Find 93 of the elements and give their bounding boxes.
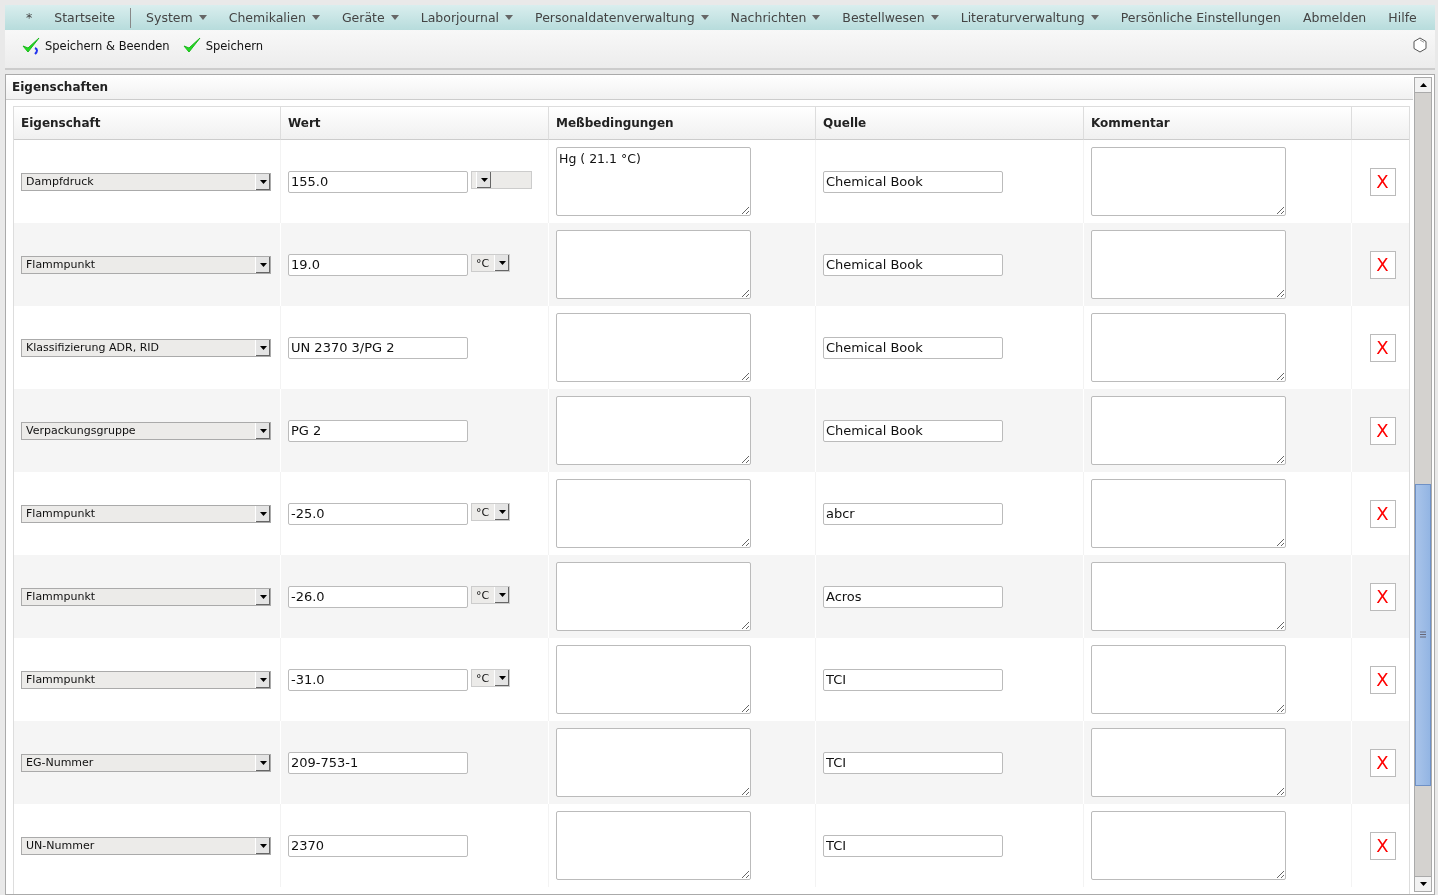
delete-button[interactable]: X — [1369, 499, 1396, 528]
scroll-up-icon[interactable] — [1415, 78, 1431, 93]
nav-menu-item[interactable]: Chemikalien — [217, 10, 331, 25]
caret-icon — [812, 15, 821, 20]
delete-button[interactable]: X — [1369, 167, 1396, 196]
save-close-button[interactable]: Speichern & Beenden — [21, 36, 170, 56]
source-input[interactable]: TCI — [823, 751, 1003, 774]
scroll-down-icon[interactable] — [1415, 876, 1431, 891]
save-button[interactable]: Speichern — [181, 36, 264, 56]
unit-select[interactable]: °C — [471, 669, 510, 687]
nav-menu-item[interactable]: Bestellwesen — [831, 10, 950, 25]
unit-select[interactable]: °C — [471, 586, 510, 604]
delete-button[interactable]: X — [1369, 831, 1396, 860]
value-input[interactable]: 155.0 — [288, 170, 468, 193]
property-select[interactable]: Flammpunkt — [21, 670, 271, 689]
caret-icon — [930, 15, 939, 20]
scrollbar[interactable] — [1414, 77, 1432, 892]
value-input[interactable]: 2370 — [288, 834, 468, 857]
delete-button[interactable]: X — [1369, 582, 1396, 611]
comment-textarea[interactable] — [1091, 479, 1286, 548]
property-select[interactable]: Dampfdruck — [21, 172, 271, 191]
caret-icon — [505, 15, 514, 20]
property-select[interactable]: Klassifizierung ADR, RID — [21, 338, 271, 357]
conditions-textarea[interactable] — [556, 313, 751, 382]
nav-menu-item[interactable]: Startseite — [43, 10, 127, 25]
delete-button[interactable]: X — [1369, 748, 1396, 777]
caret-icon — [700, 15, 709, 20]
property-select[interactable]: Verpackungsgruppe — [21, 421, 271, 440]
delete-button[interactable]: X — [1369, 250, 1396, 279]
conditions-textarea[interactable]: Hg ( 21.1 °C) — [556, 147, 751, 216]
source-input[interactable]: Acros — [823, 585, 1003, 608]
property-select[interactable]: EG-Nummer — [21, 753, 271, 772]
conditions-textarea[interactable] — [556, 645, 751, 714]
nav-menu-item[interactable]: * — [15, 10, 44, 25]
value-input[interactable]: 209-753-1 — [288, 751, 468, 774]
comment-textarea[interactable] — [1091, 313, 1286, 382]
column-header: Kommentar — [1084, 107, 1352, 140]
property-select[interactable]: UN-Nummer — [21, 836, 271, 855]
nav-menu-item[interactable]: Literaturverwaltung — [949, 10, 1110, 25]
comment-textarea[interactable] — [1091, 728, 1286, 797]
nav-menu-item[interactable]: Laborjournal — [409, 10, 525, 25]
source-input[interactable]: Chemical Book — [823, 253, 1003, 276]
source-input[interactable]: abcr — [823, 502, 1003, 525]
conditions-textarea[interactable] — [556, 396, 751, 465]
value-input[interactable]: PG 2 — [288, 419, 468, 442]
value-input[interactable]: -31.0 — [288, 668, 468, 691]
unit-select[interactable] — [471, 171, 532, 189]
property-select[interactable]: Flammpunkt — [21, 504, 271, 523]
source-input[interactable]: TCI — [823, 668, 1003, 691]
nav-menu-item[interactable]: Hilfe — [1377, 10, 1428, 25]
comment-textarea[interactable] — [1091, 396, 1286, 465]
source-input[interactable]: TCI — [823, 834, 1003, 857]
nav-menu-item[interactable]: System — [135, 10, 218, 25]
source-input[interactable]: Chemical Book — [823, 419, 1003, 442]
column-header: Wert — [281, 107, 549, 140]
column-header: Quelle — [816, 107, 1084, 140]
delete-button[interactable]: X — [1369, 416, 1396, 445]
unit-select[interactable]: °C — [471, 503, 510, 521]
comment-textarea[interactable] — [1091, 230, 1286, 299]
value-input[interactable]: UN 2370 3/PG 2 — [288, 336, 468, 359]
conditions-textarea[interactable] — [556, 562, 751, 631]
comment-textarea[interactable] — [1091, 811, 1286, 880]
comment-textarea[interactable] — [1091, 147, 1286, 216]
nav-menu-item[interactable]: Nachrichten — [719, 10, 832, 25]
nav-menu-item[interactable]: Abmelden — [1291, 10, 1378, 25]
source-input[interactable]: Chemical Book — [823, 336, 1003, 359]
comment-textarea[interactable] — [1091, 645, 1286, 714]
value-input[interactable]: -26.0 — [288, 585, 468, 608]
hexagon-icon[interactable] — [1413, 37, 1427, 53]
nav-menu-item[interactable]: Geräte — [330, 10, 410, 25]
value-input[interactable]: -25.0 — [288, 502, 468, 525]
conditions-textarea[interactable] — [556, 479, 751, 548]
delete-button[interactable]: X — [1369, 333, 1396, 362]
property-select[interactable]: Flammpunkt — [21, 587, 271, 606]
property-select[interactable]: Flammpunkt — [21, 255, 271, 274]
column-header: Meßbedingungen — [549, 107, 816, 140]
nav-menu-item[interactable]: Persönliche Einstellungen — [1109, 10, 1292, 25]
check-loop-icon — [21, 36, 41, 56]
unit-select[interactable]: °C — [471, 254, 510, 272]
comment-textarea[interactable] — [1091, 562, 1286, 631]
value-input[interactable]: 19.0 — [288, 253, 468, 276]
source-input[interactable]: Chemical Book — [823, 170, 1003, 193]
caret-icon — [311, 15, 320, 20]
nav-menu-item[interactable]: Personaldatenverwaltung — [524, 10, 720, 25]
delete-button[interactable]: X — [1369, 665, 1396, 694]
caret-icon — [390, 15, 399, 20]
conditions-textarea[interactable] — [556, 728, 751, 797]
caret-icon — [198, 15, 207, 20]
column-header: Eigenschaft — [14, 107, 281, 140]
caret-icon — [1090, 15, 1099, 20]
conditions-textarea[interactable] — [556, 230, 751, 299]
conditions-textarea[interactable] — [556, 811, 751, 880]
scrollbar-thumb[interactable] — [1415, 483, 1431, 786]
